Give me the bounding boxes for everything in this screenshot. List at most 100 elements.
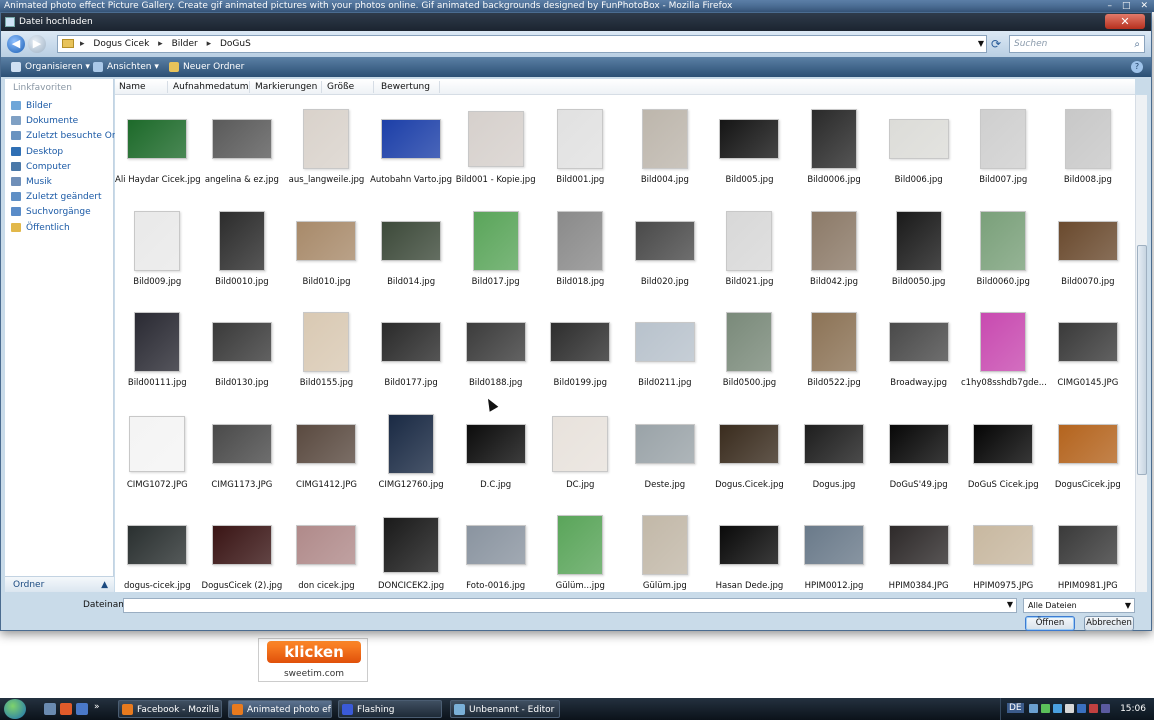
file-item[interactable]: Bild0177.jpg	[369, 298, 454, 400]
tray-icon[interactable]	[1089, 704, 1098, 713]
file-item[interactable]: Bild020.jpg	[623, 197, 708, 299]
file-item[interactable]: aus_langweile.jpg	[284, 95, 369, 197]
back-arrow-icon[interactable]: ◀	[7, 35, 25, 53]
file-item[interactable]: Broadway.jpg	[876, 298, 961, 400]
ad-click-button[interactable]: klicken	[267, 641, 361, 663]
file-item[interactable]: Bild001 - Kopie.jpg	[453, 95, 538, 197]
favorite-item[interactable]: Zuletzt geändert	[11, 190, 125, 205]
file-item[interactable]: HPIM0975.JPG	[961, 501, 1046, 592]
tray-icon[interactable]	[1041, 704, 1050, 713]
file-item[interactable]: Bild042.jpg	[792, 197, 877, 299]
file-item[interactable]: Bild006.jpg	[876, 95, 961, 197]
tray-icon[interactable]	[1029, 704, 1038, 713]
file-item[interactable]: CIMG12760.jpg	[369, 400, 454, 502]
chevron-right-icon[interactable]: »	[94, 702, 100, 712]
taskbar-button[interactable]: Animated photo eff...	[228, 700, 332, 718]
file-item[interactable]: CIMG1072.JPG	[115, 400, 200, 502]
file-item[interactable]: Bild0199.jpg	[538, 298, 623, 400]
minimize-icon[interactable]: –	[1107, 0, 1112, 12]
folders-toggle[interactable]: Ordner ▲	[5, 576, 114, 592]
column-date[interactable]: Aufnahmedatum	[173, 79, 249, 95]
file-item[interactable]: Bild0070.jpg	[1046, 197, 1131, 299]
file-item[interactable]: Deste.jpg	[623, 400, 708, 502]
column-tags[interactable]: Markierungen	[255, 79, 317, 95]
start-button-icon[interactable]	[4, 699, 26, 719]
file-item[interactable]: CIMG0145.JPG	[1046, 298, 1131, 400]
vertical-scrollbar[interactable]	[1135, 95, 1147, 592]
file-item[interactable]: Bild018.jpg	[538, 197, 623, 299]
file-item[interactable]: HPIM0384.JPG	[876, 501, 961, 592]
file-item[interactable]: Bild010.jpg	[284, 197, 369, 299]
open-button[interactable]: Öffnen	[1025, 616, 1075, 631]
file-item[interactable]: DONCICEK2.jpg	[369, 501, 454, 592]
breadcrumb-dogus-cicek[interactable]: Dogus Cicek	[93, 39, 149, 49]
file-item[interactable]: Bild0130.jpg	[200, 298, 285, 400]
chevron-down-icon[interactable]: ▼	[978, 36, 984, 52]
organize-button[interactable]: Organisieren ▾	[11, 57, 90, 77]
favorite-item[interactable]: Zuletzt besuchte Orte	[11, 129, 125, 144]
file-item[interactable]: HPIM0012.jpg	[792, 501, 877, 592]
file-item[interactable]: angelina & ez.jpg	[200, 95, 285, 197]
column-divider[interactable]	[373, 81, 374, 93]
favorite-item[interactable]: Bilder	[11, 99, 125, 114]
switch-windows-icon[interactable]	[76, 703, 88, 715]
chevron-down-icon[interactable]: ▼	[1125, 599, 1131, 612]
network-icon[interactable]	[1053, 704, 1062, 713]
cancel-button[interactable]: Abbrechen	[1084, 616, 1134, 631]
file-item[interactable]: DogusCicek.jpg	[1046, 400, 1131, 502]
dialog-close-button[interactable]: ✕	[1105, 14, 1145, 29]
dialog-title-bar[interactable]: Datei hochladen ✕	[1, 13, 1151, 31]
file-item[interactable]: DoGuS Cicek.jpg	[961, 400, 1046, 502]
column-divider[interactable]	[249, 81, 250, 93]
language-indicator[interactable]: DE	[1007, 703, 1024, 713]
column-rating[interactable]: Bewertung	[381, 79, 430, 95]
chevron-up-icon[interactable]: ▲	[101, 577, 108, 593]
help-icon[interactable]: ?	[1131, 61, 1143, 73]
file-item[interactable]: Bild0500.jpg	[707, 298, 792, 400]
file-item[interactable]: Bild00111.jpg	[115, 298, 200, 400]
file-item[interactable]: Dogus.jpg	[792, 400, 877, 502]
file-item[interactable]: Foto-0016.jpg	[453, 501, 538, 592]
volume-icon[interactable]	[1065, 704, 1074, 713]
column-divider[interactable]	[321, 81, 322, 93]
search-input[interactable]: Suchen ⌕	[1009, 35, 1145, 53]
scrollbar-thumb[interactable]	[1137, 245, 1147, 475]
new-folder-button[interactable]: Neuer Ordner	[169, 57, 244, 77]
firefox-icon[interactable]	[60, 703, 72, 715]
tray-icon[interactable]	[1077, 704, 1086, 713]
file-item[interactable]: DoGuS'49.jpg	[876, 400, 961, 502]
forward-arrow-icon[interactable]: ▶	[28, 35, 46, 53]
file-item[interactable]: Hasan Dede.jpg	[707, 501, 792, 592]
file-item[interactable]: c1hy08sshdb7gde...	[961, 298, 1046, 400]
file-item[interactable]: Bild0006.jpg	[792, 95, 877, 197]
ad-banner[interactable]: klicken sweetim.com	[258, 638, 368, 682]
file-item[interactable]: D.C.jpg	[453, 400, 538, 502]
file-item[interactable]: Bild009.jpg	[115, 197, 200, 299]
file-item[interactable]: Bild004.jpg	[623, 95, 708, 197]
file-item[interactable]: Bild0050.jpg	[876, 197, 961, 299]
column-size[interactable]: Größe	[327, 79, 354, 95]
file-item[interactable]: Bild0060.jpg	[961, 197, 1046, 299]
file-item[interactable]: HPIM0981.JPG	[1046, 501, 1131, 592]
file-item[interactable]: Bild0522.jpg	[792, 298, 877, 400]
refresh-icon[interactable]: ⟳	[989, 37, 1003, 51]
search-icon[interactable]: ⌕	[1134, 37, 1140, 53]
show-desktop-icon[interactable]	[44, 703, 56, 715]
file-item[interactable]: Bild017.jpg	[453, 197, 538, 299]
file-item[interactable]: Gülüm...jpg	[538, 501, 623, 592]
breadcrumb-bilder[interactable]: Bilder	[172, 39, 198, 49]
file-item[interactable]: Gülüm.jpg	[623, 501, 708, 592]
file-item[interactable]: Bild008.jpg	[1046, 95, 1131, 197]
views-button[interactable]: Ansichten ▾	[93, 57, 159, 77]
maximize-icon[interactable]: □	[1122, 0, 1131, 12]
file-item[interactable]: DogusCicek (2).jpg	[200, 501, 285, 592]
file-item[interactable]: CIMG1412.JPG	[284, 400, 369, 502]
file-item[interactable]: Dogus.Cicek.jpg	[707, 400, 792, 502]
file-item[interactable]: Bild001.jpg	[538, 95, 623, 197]
file-item[interactable]: don cicek.jpg	[284, 501, 369, 592]
file-item[interactable]: dogus-cicek.jpg	[115, 501, 200, 592]
favorite-item[interactable]: Desktop	[11, 145, 125, 160]
breadcrumb-dogus[interactable]: DoGuS	[220, 39, 251, 49]
file-item[interactable]: Bild005.jpg	[707, 95, 792, 197]
favorite-item[interactable]: Musik	[11, 175, 125, 190]
